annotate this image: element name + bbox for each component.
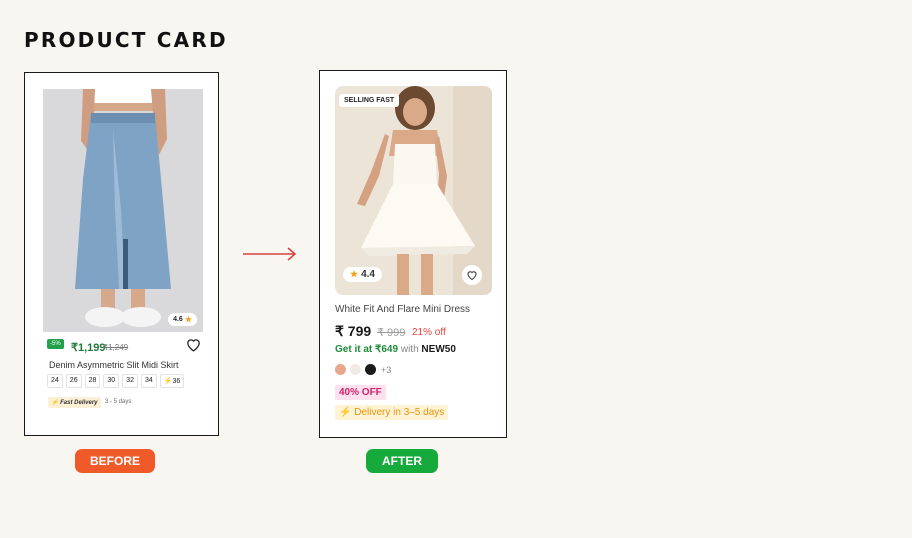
lightning-icon: ⚡ [163, 378, 173, 385]
offer-with: with [400, 344, 419, 355]
fast-delivery-badge: ⚡ Fast Delivery [48, 397, 101, 408]
wishlist-heart-icon[interactable] [185, 336, 202, 353]
price: ₹1,199 [71, 342, 106, 354]
product-card-before[interactable]: 4.6 ★ -5% ₹1,199 ₹1,249 Denim Asymmetric… [24, 72, 219, 436]
size-option-label: 36 [172, 378, 181, 385]
product-image[interactable]: SELLING FAST ★ 4.4 [335, 86, 492, 295]
size-list: 24 26 28 30 32 34 ⚡36 [47, 374, 185, 388]
discount-badge: -5% [47, 339, 64, 349]
rating-value: 4.6 [173, 316, 183, 323]
star-icon: ★ [350, 269, 359, 279]
product-image[interactable]: 4.6 ★ [43, 89, 203, 332]
color-swatches: +3 [335, 364, 391, 375]
delivery-badge: ⚡ Delivery in 3–5 days [335, 405, 449, 420]
color-swatch[interactable] [350, 364, 361, 375]
offer-price: Get it at ₹649 [335, 344, 399, 355]
product-card-after[interactable]: SELLING FAST ★ 4.4 White Fit And Flare M… [319, 70, 507, 438]
color-swatch[interactable] [335, 364, 346, 375]
size-option[interactable]: 28 [84, 374, 101, 388]
coupon-offer: Get it at ₹649 with NEW50 [335, 344, 456, 355]
size-option-fast[interactable]: ⚡36 [159, 374, 185, 388]
size-option[interactable]: 24 [47, 374, 63, 388]
before-label: BEFORE [75, 449, 155, 473]
price: ₹ 799 [335, 323, 372, 339]
rating-value: 4.4 [361, 269, 375, 280]
size-option[interactable]: 32 [122, 374, 138, 388]
wishlist-button[interactable] [462, 265, 482, 285]
product-title[interactable]: White Fit And Flare Mini Dress [335, 304, 470, 315]
denim-skirt-photo [43, 89, 203, 332]
after-label: AFTER [366, 449, 438, 473]
arrow-right-icon [243, 247, 297, 261]
heart-icon [467, 271, 477, 281]
product-title[interactable]: Denim Asymmetric Slit Midi Skirt [49, 360, 179, 370]
selling-fast-badge: SELLING FAST [339, 94, 400, 107]
page-title: PRODUCT CARD [24, 28, 228, 52]
rating-badge: 4.6 ★ [168, 313, 197, 326]
more-colors[interactable]: +3 [381, 365, 391, 375]
fast-delivery-label: Fast Delivery [60, 400, 98, 406]
size-option[interactable]: 30 [103, 374, 120, 388]
rating-badge: ★ 4.4 [343, 267, 382, 282]
color-swatch[interactable] [365, 364, 376, 375]
discount-badge: 40% OFF [335, 385, 386, 400]
original-price: ₹1,249 [103, 343, 129, 352]
size-option[interactable]: 26 [65, 374, 82, 388]
white-dress-photo [335, 86, 492, 295]
star-icon: ★ [184, 315, 192, 324]
coupon-code: NEW50 [421, 344, 456, 355]
size-option[interactable]: 34 [140, 374, 157, 388]
delivery-days: 3 - 5 days [105, 399, 132, 405]
discount-percent: 21% off [412, 327, 446, 338]
original-price: ₹ 999 [377, 327, 406, 339]
